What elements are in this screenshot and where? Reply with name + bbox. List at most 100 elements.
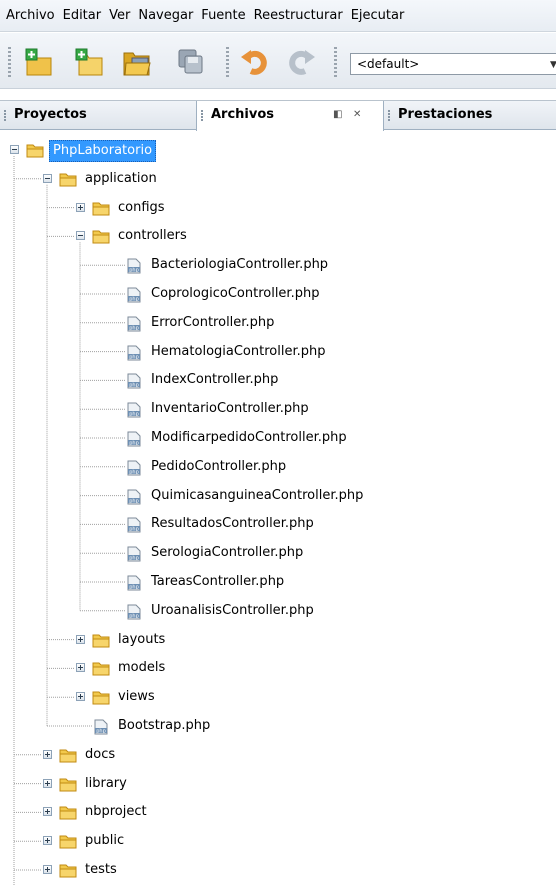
undo-icon xyxy=(241,50,267,75)
save-all-icon xyxy=(178,49,203,74)
menu-navegar[interactable]: Navegar xyxy=(138,8,193,23)
tree-node-label: PhpLaboratorio xyxy=(49,140,157,162)
expand-icon[interactable] xyxy=(76,663,85,673)
svg-text:php: php xyxy=(129,325,139,331)
svg-text:php: php xyxy=(129,354,139,360)
tree-node-controller-file[interactable]: php ErrorController.php xyxy=(0,312,556,334)
svg-text:php: php xyxy=(129,297,139,303)
tree-node-label: InventarioController.php xyxy=(151,401,309,417)
tree-node-label: models xyxy=(118,660,166,676)
tree-node-label: ErrorController.php xyxy=(151,314,275,330)
tree-node-controller-file[interactable]: php ModificarpedidoController.php xyxy=(0,427,556,449)
open-project-icon xyxy=(123,52,151,76)
tree-node-label: library xyxy=(85,775,127,791)
new-project-icon xyxy=(25,48,52,76)
tree-node-layouts[interactable]: layouts xyxy=(0,629,556,651)
tree-node-controllers[interactable]: controllers xyxy=(0,225,556,247)
expand-icon[interactable] xyxy=(76,634,85,644)
tree-node-label: configs xyxy=(118,199,165,215)
tree-node-controller-file[interactable]: php ResultadosController.php xyxy=(0,513,556,535)
undo-button[interactable] xyxy=(240,47,270,77)
svg-text:php: php xyxy=(129,556,139,562)
expand-icon[interactable] xyxy=(43,778,52,788)
tab-prestaciones-label: Prestaciones xyxy=(398,107,493,122)
menu-editar[interactable]: Editar xyxy=(63,8,102,23)
tree-node-docs[interactable]: docs xyxy=(0,744,556,766)
svg-text:php: php xyxy=(129,469,139,475)
tab-prestaciones[interactable]: Prestaciones xyxy=(384,101,556,130)
chevron-down-icon[interactable]: ▼ xyxy=(550,60,556,70)
menu-archivo[interactable]: Archivo xyxy=(6,8,55,23)
tree-node-label: Bootstrap.php xyxy=(118,718,211,733)
collapse-icon[interactable] xyxy=(10,145,19,154)
redo-button[interactable] xyxy=(286,47,316,77)
expand-icon[interactable] xyxy=(43,807,52,817)
file-tree: PhpLaboratorio application configs controll… xyxy=(0,131,556,886)
tree-node-label: nbproject xyxy=(85,804,147,820)
tree-node-label: IndexController.php xyxy=(151,372,279,388)
svg-text:php: php xyxy=(96,729,106,735)
tree-node-label: layouts xyxy=(118,631,166,647)
tree-node-models[interactable]: models xyxy=(0,657,556,679)
expand-icon[interactable] xyxy=(76,202,85,212)
collapse-icon[interactable] xyxy=(43,173,52,183)
tree-node-label: ResultadosController.php xyxy=(151,516,314,532)
new-file-icon xyxy=(75,48,103,76)
svg-text:php: php xyxy=(129,441,139,447)
tree-node-controller-file[interactable]: php BacteriologiaController.php xyxy=(0,254,556,276)
menu-fuente[interactable]: Fuente xyxy=(201,8,245,23)
tree-node-controller-file[interactable]: php PedidoController.php xyxy=(0,456,556,478)
tree-node-controller-file[interactable]: php HematologiaController.php xyxy=(0,341,556,363)
open-project-button[interactable] xyxy=(122,47,152,77)
tree-node-controller-file[interactable]: php TareasController.php xyxy=(0,571,556,593)
tree-node-tests[interactable]: tests xyxy=(0,859,556,881)
svg-text:php: php xyxy=(129,585,139,591)
tree-node-controller-file[interactable]: php CoprologicoController.php xyxy=(0,283,556,305)
tree-node-bootstrap[interactable]: php Bootstrap.php xyxy=(0,715,556,737)
redo-icon xyxy=(289,50,315,75)
tree-node-label: UroanalisisController.php xyxy=(151,602,314,618)
expand-icon[interactable] xyxy=(43,836,52,846)
minimize-window-icon[interactable]: ◧ xyxy=(333,110,342,120)
tab-archivos[interactable]: Archivos ◧ ✕ xyxy=(196,101,384,131)
panel-tabbar: Proyectos Archivos ◧ ✕ Prestaciones xyxy=(0,100,556,131)
menu-ejecutar[interactable]: Ejecutar xyxy=(351,8,405,23)
tree-node-controller-file[interactable]: php InventarioController.php xyxy=(0,398,556,420)
tree-node-label: controllers xyxy=(118,228,187,244)
tree-node-label: BacteriologiaController.php xyxy=(151,257,329,273)
tree-node-application[interactable]: application xyxy=(0,168,556,190)
toolbar-grip[interactable] xyxy=(8,47,11,77)
tree-node-nbproject[interactable]: nbproject xyxy=(0,801,556,823)
tree-node-label: application xyxy=(85,170,157,186)
tab-grip xyxy=(388,110,390,121)
configuration-select[interactable]: <default> xyxy=(350,53,556,75)
toolbar-grip-2[interactable] xyxy=(226,47,229,77)
tree-node-label: TareasController.php xyxy=(151,574,285,589)
menu-ver[interactable]: Ver xyxy=(109,8,130,23)
tree-node-controller-file[interactable]: php UroanalisisController.php xyxy=(0,600,556,622)
collapse-icon[interactable] xyxy=(76,231,85,241)
tab-archivos-label: Archivos xyxy=(211,107,275,122)
svg-text:php: php xyxy=(129,613,139,619)
save-all-button[interactable] xyxy=(176,47,206,77)
toolbar-grip-3[interactable] xyxy=(334,47,337,77)
tree-node-configs[interactable]: configs xyxy=(0,197,556,219)
expand-icon[interactable] xyxy=(43,865,52,874)
expand-icon[interactable] xyxy=(43,749,52,759)
tree-node-public[interactable]: public xyxy=(0,830,556,852)
tree-node-library[interactable]: library xyxy=(0,773,556,795)
menu-reestructurar[interactable]: Reestructurar xyxy=(254,8,343,23)
close-icon[interactable]: ✕ xyxy=(353,110,361,120)
svg-text:php: php xyxy=(129,268,139,274)
svg-text:php: php xyxy=(129,383,139,389)
toolbar: <default> ▼ xyxy=(0,33,556,89)
new-project-button[interactable] xyxy=(24,47,54,77)
tab-proyectos[interactable]: Proyectos xyxy=(0,101,196,130)
tree-node-views[interactable]: views xyxy=(0,686,556,708)
tree-node-controller-file[interactable]: php IndexController.php xyxy=(0,369,556,391)
tree-node-controller-file[interactable]: php SerologiaController.php xyxy=(0,542,556,564)
tree-node-root[interactable]: PhpLaboratorio xyxy=(0,139,556,162)
expand-icon[interactable] xyxy=(76,692,85,702)
new-file-button[interactable] xyxy=(74,47,104,77)
tree-node-controller-file[interactable]: php QuimicasanguineaController.php xyxy=(0,485,556,507)
